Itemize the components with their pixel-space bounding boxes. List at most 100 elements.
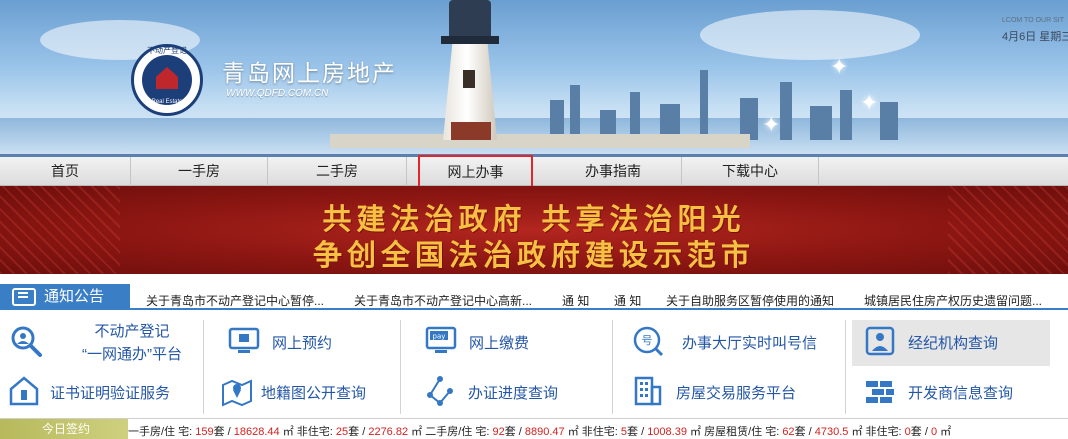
stat-value: 2276.82 [368,426,409,438]
cloud-decoration [700,10,920,60]
stat-unit: ㎡ [567,426,579,438]
search-person-icon [11,326,42,357]
page: { "header": { "site_title": "青岛网上房地产", "… [0,0,1068,439]
notice-item[interactable]: 通 知 [562,292,589,309]
stat-unit: 套 [794,426,806,438]
stat-label: 非住宅: [865,426,902,438]
stat-value: 62 [782,426,795,438]
stat-label: 房屋租赁/住 宅: [704,426,780,438]
pier [330,134,750,148]
notice-ticker: 关于青岛市不动产登记中心暂停... 关于青岛市不动产登记中心高新... 通 知 … [130,284,1068,310]
service-online-appointment[interactable]: 网上预约 [228,318,388,364]
stat-label: 非住宅: [581,426,618,438]
stat-value: 92 [492,426,505,438]
welcome-text: LCOM TO OUR SIT [1002,17,1064,24]
city-skyline [540,60,940,140]
notice-item[interactable]: 关于自助服务区暂停使用的通知 [666,292,834,309]
sparkle-icon: ✦ [762,112,781,137]
stat-unit: ㎡ [851,426,863,438]
stat-unit: 套 [504,426,516,438]
stat-unit: ㎡ [282,426,294,438]
agent-icon [865,326,895,356]
nav-service-guide[interactable]: 办事指南 [545,157,682,186]
service-certificate-verification[interactable]: 证书证明验证服务 [8,368,198,414]
lighthouse-image [437,0,503,140]
stat-value: 25 [335,426,349,438]
nav-online-services[interactable]: 网上办事 [418,155,533,188]
stat-unit: 套 [348,426,360,438]
service-label: 开发商信息查询 [908,385,1014,402]
chat-bubble-icon [12,288,36,306]
stat-unit: 套 [910,426,922,438]
notice-bar: 通知公告 关于青岛市不动产登记中心暂停... 关于青岛市不动产登记中心高新...… [0,284,1068,312]
house-icon [156,67,178,89]
header-banner: ✦ ✦ ✦ 不动产登记 Real Estate Registration 青岛网… [0,0,1068,154]
nav-second-hand-house[interactable]: 二手房 [268,157,407,186]
service-agency-query[interactable]: 经纪机构查询 [864,318,1044,364]
notice-item[interactable]: 关于青岛市不动产登记中心暂停... [146,292,324,309]
svg-text:号: 号 [642,334,653,347]
service-progress-query[interactable]: 办证进度查询 [424,368,584,414]
service-label: 办事大厅实时叫号信 [682,335,818,352]
stat-value: 1008.39 [647,426,687,438]
daily-signing-stats: 今日签约 一手房/住 宅: 159套 / 18628.44 ㎡ 非住宅: 25套… [0,418,1068,439]
nav-home[interactable]: 首页 [0,157,131,186]
service-housing-trade-platform[interactable]: 房屋交易服务平台 [632,368,832,414]
building-icon [634,376,662,406]
rule-of-law-banner[interactable]: 共建法治政府 共享法治阳光 争创全国法治政府建设示范市 [0,186,1068,274]
stats-line: 一手房/住 宅: 159套 / 18628.44 ㎡ 非住宅: 25套 / 22… [128,426,952,438]
queue-number-icon: 号 [633,326,664,357]
bricks-icon [866,381,894,403]
stat-value: 18628.44 [233,426,280,438]
stat-label: 非住宅: [296,426,333,438]
notice-item[interactable]: 城镇居民住房产权历史遗留问题... [864,292,1042,309]
stat-label: 一手房/住 宅: [128,426,193,438]
stat-unit: 套 [627,426,639,438]
stat-value: 8890.47 [524,426,565,438]
service-one-stop-registration[interactable]: 不动产登记 “一网通办”平台 [10,318,195,364]
service-label: 不动产登记 [94,323,170,340]
notice-item[interactable]: 关于青岛市不动产登记中心高新... [354,292,532,309]
divider [400,320,401,414]
progress-icon [427,376,453,406]
map-pin-icon [222,379,252,407]
stat-value: 0 [930,426,938,438]
service-label: 地籍图公开查询 [261,385,367,402]
service-label: 网上缴费 [469,335,530,352]
notice-header: 通知公告 [0,284,130,310]
site-logo[interactable]: 不动产登记 Real Estate Registration [131,44,203,116]
service-label: “一网通办”平台 [82,346,182,363]
stat-unit: 套 [213,426,225,438]
service-cadastral-map[interactable]: 地籍图公开查询 [221,368,391,414]
sparkle-icon: ✦ [860,90,879,115]
notice-title: 通知公告 [44,288,105,305]
service-queue-number[interactable]: 号 办事大厅实时叫号信 [632,318,832,364]
stat-value: 4730.5 [814,426,849,438]
service-label: 证书证明验证服务 [50,385,171,402]
service-label: 房屋交易服务平台 [676,385,797,402]
house-id-icon [9,376,39,406]
pay-icon: pay [425,326,457,353]
divider [612,320,613,414]
svg-text:pay: pay [433,333,446,341]
stat-label: 二手房/住 宅: [425,426,490,438]
notice-item[interactable]: 通 知 [614,292,641,309]
nav-download-center[interactable]: 下载中心 [682,157,819,186]
site-url: WWW.QDFD.COM.CN [226,88,329,99]
sparkle-icon: ✦ [830,54,849,79]
banner-slogan-line2: 争创全国法治政府建设示范市 [312,238,755,272]
logo-text-bottom: Real Estate Registration [150,99,183,111]
current-date: 4月6日 星期三 [1002,31,1068,43]
site-title: 青岛网上房地产 [222,60,397,86]
nav-new-house[interactable]: 一手房 [131,157,268,186]
service-label: 网上预约 [272,335,333,352]
computer-icon [228,327,260,353]
stat-value: 159 [195,426,214,438]
divider [203,320,204,414]
service-online-payment[interactable]: pay 网上缴费 [425,318,585,364]
stat-unit: ㎡ [940,426,952,438]
stat-unit: ㎡ [411,426,423,438]
service-developer-query[interactable]: 开发商信息查询 [864,368,1044,414]
logo-emblem [142,55,192,105]
divider [845,320,846,414]
